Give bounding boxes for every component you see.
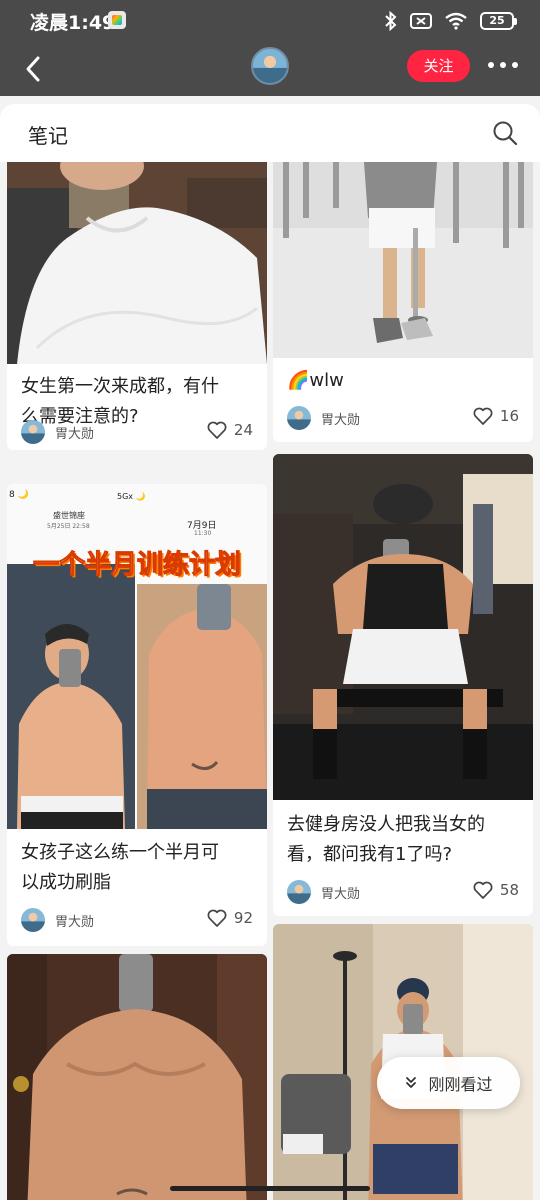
left-phone-name: 盛世锦座 [53,511,85,520]
note-author[interactable]: 胃大勋 [287,880,360,904]
heart-icon [207,909,227,927]
heart-icon [473,881,493,899]
note-image [273,454,533,800]
dot-icon [500,62,506,68]
like-count: 58 [499,881,519,899]
note-author[interactable]: 胃大勋 [21,420,94,444]
left-phone-date: 5月25日 22:58 [47,523,90,530]
dot-icon [512,62,518,68]
notes-header: 笔记 [0,104,540,162]
image-caption: 一个半月训练计划 [32,550,241,581]
system-icons: 25 [384,9,517,33]
author-name: 胃大勋 [321,412,361,428]
chevron-double-down-icon [406,1077,417,1088]
battery-level: 25 [489,14,505,27]
note-image [273,148,533,358]
note-card[interactable] [7,954,267,1200]
bluetooth-icon [385,11,397,31]
battery-indicator: 25 [480,12,517,30]
note-author[interactable]: 胃大勋 [21,908,94,932]
right-phone-signal: 5Gx 🌙 [117,492,146,501]
app-notification-icon [108,11,126,29]
right-phone-time: 11:30 [194,530,212,537]
like-button[interactable]: 16 [473,407,519,425]
note-title: 去健身房没人把我当女的 看，都问我有1了吗? [287,810,485,870]
note-title: 🌈wlw [287,366,344,396]
back-button[interactable] [16,52,50,86]
title-line: 以成功刷脂 [21,872,111,893]
profile-avatar[interactable] [251,47,289,85]
author-name: 胃大勋 [55,914,95,930]
like-count: 16 [499,407,519,425]
author-name: 胃大勋 [55,426,95,442]
home-indicator[interactable] [170,1186,370,1191]
heart-icon [207,421,227,439]
heart-icon [473,407,493,425]
title-line: 🌈wlw [287,370,344,391]
title-line: 女孩子这么练一个半月可 [21,842,219,863]
note-image [7,954,267,1200]
back-arrow-icon [26,56,40,82]
author-avatar [287,406,311,430]
status-time: 凌晨1:49 [30,12,116,34]
like-button[interactable]: 92 [207,909,253,927]
author-name: 胃大勋 [321,886,361,902]
note-title: 女孩子这么练一个半月可 以成功刷脂 [21,838,219,898]
like-button[interactable]: 24 [207,421,253,439]
search-button[interactable] [492,120,518,150]
note-image: 8 🌙 盛世锦座 5月25日 22:58 5Gx 🌙 7月9日 11:30 一个… [7,484,267,829]
like-count: 92 [233,909,253,927]
note-author[interactable]: 胃大勋 [287,406,360,430]
profile-nav-bar: 关注 [0,42,540,96]
author-avatar [21,908,45,932]
wifi-icon [445,12,467,30]
search-icon [493,121,518,146]
title-line: 去健身房没人把我当女的 [287,814,485,835]
author-avatar [21,420,45,444]
note-card[interactable]: 去健身房没人把我当女的 看，都问我有1了吗? 胃大勋 58 [273,454,533,916]
like-count: 24 [233,421,253,439]
recently-viewed-button[interactable]: 刚刚看过 [377,1057,520,1109]
left-phone-top: 8 🌙 [9,490,29,500]
notes-sheet: 女生第一次来成都，有什 么需要注意的? 胃大勋 24 🌈wlw 胃大勋 16 8… [0,104,540,1200]
dot-icon [488,62,494,68]
sim-icon [410,13,432,29]
note-card[interactable]: 女生第一次来成都，有什 么需要注意的? 胃大勋 24 [7,148,267,450]
notes-title: 笔记 [28,124,68,148]
like-button[interactable]: 58 [473,881,519,899]
follow-button[interactable]: 关注 [407,50,470,82]
title-line: 看，都问我有1了吗? [287,844,453,865]
note-image [7,148,267,364]
title-line: 女生第一次来成都，有什 [21,376,219,397]
more-options-button[interactable] [488,62,518,68]
author-avatar [287,880,311,904]
note-card[interactable]: 8 🌙 盛世锦座 5月25日 22:58 5Gx 🌙 7月9日 11:30 一个… [7,484,267,946]
note-card[interactable]: 🌈wlw 胃大勋 16 [273,148,533,442]
status-bar: 凌晨1:49 25 [0,0,540,42]
recently-viewed-label: 刚刚看过 [428,1075,493,1094]
